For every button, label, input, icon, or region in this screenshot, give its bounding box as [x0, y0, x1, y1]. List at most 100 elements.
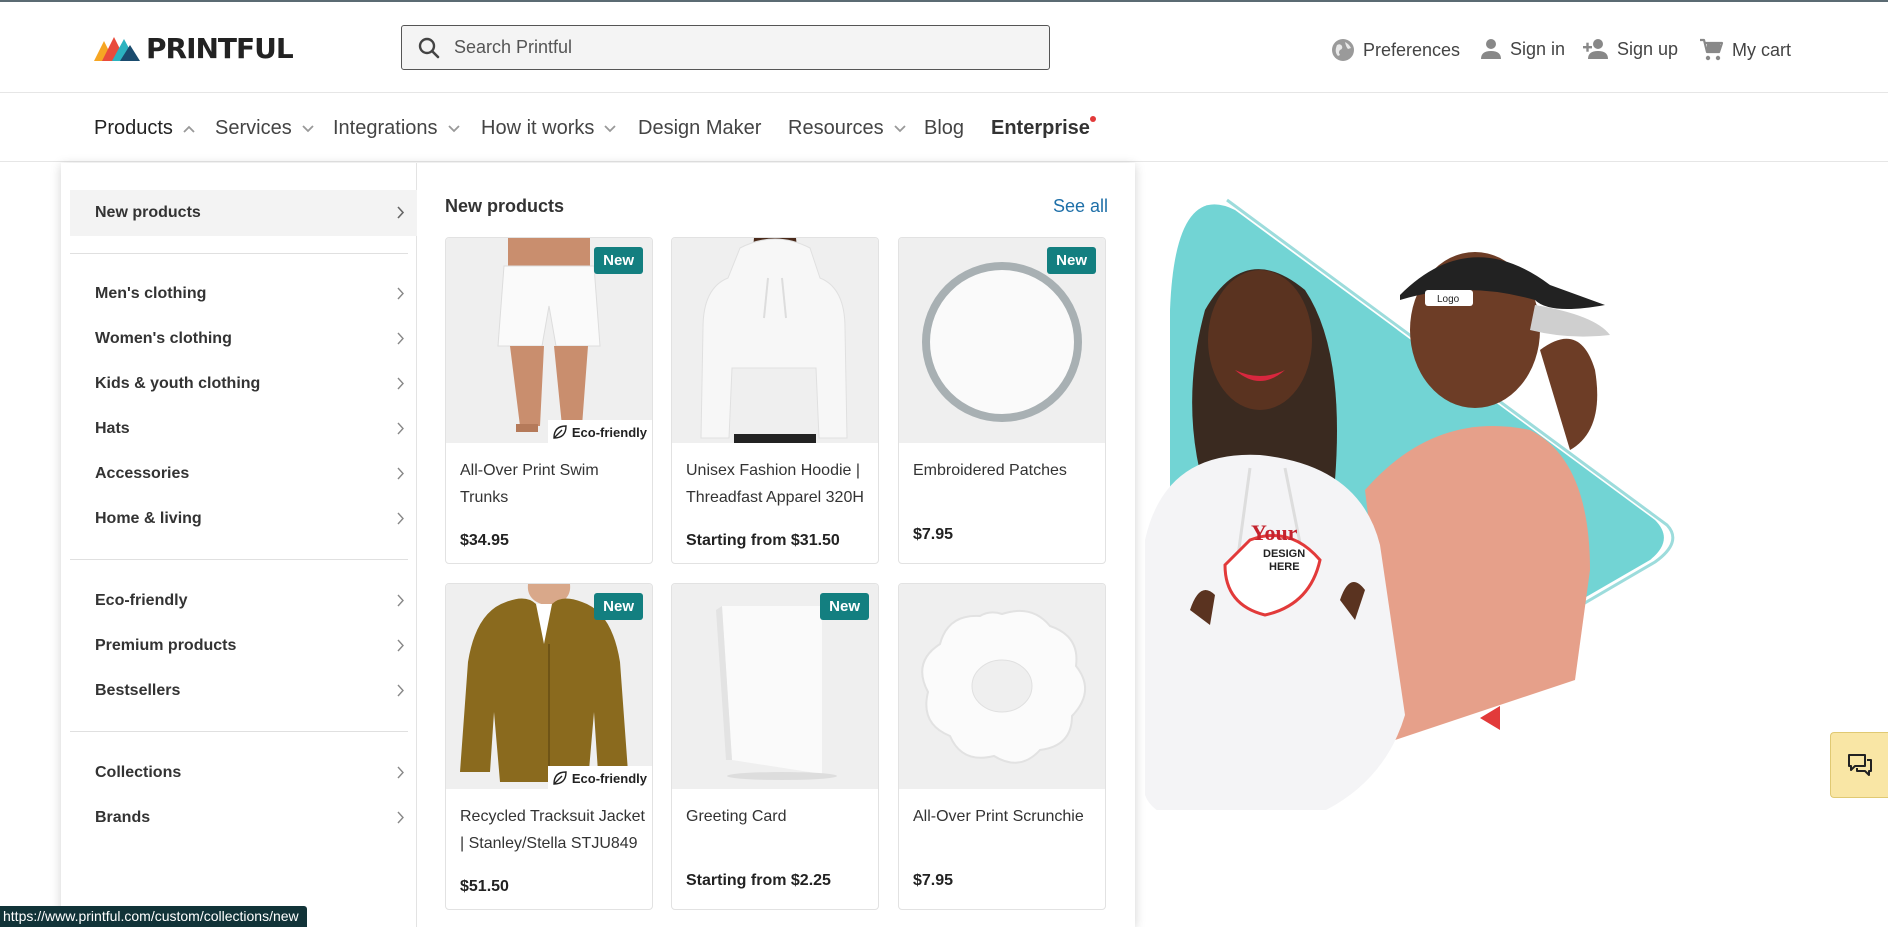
sidebar-item-premium-products[interactable]: Premium products	[70, 623, 417, 669]
product-name: Greeting Card	[686, 808, 787, 825]
chevron-right-icon	[397, 594, 404, 607]
sidebar-item-hats[interactable]: Hats	[70, 406, 417, 452]
new-badge: New	[594, 593, 643, 620]
eco-friendly-label: Eco-friendly	[571, 770, 647, 786]
sidebar-item-label: Home & living	[95, 510, 202, 527]
sidebar-item-bestsellers[interactable]: Bestsellers	[70, 668, 417, 714]
chevron-down-icon	[893, 124, 906, 132]
product-image: New Eco-friendly	[446, 238, 652, 443]
sidebar-item-label: Eco-friendly	[95, 592, 188, 609]
nav-products[interactable]: Products	[94, 117, 195, 140]
sidebar-item-accessories[interactable]: Accessories	[70, 451, 417, 497]
chat-button[interactable]	[1830, 732, 1888, 798]
sidebar-item-label: Collections	[95, 764, 182, 781]
chevron-right-icon	[397, 639, 404, 652]
divider	[70, 731, 408, 732]
leaf-icon	[553, 771, 567, 785]
chat-icon	[1847, 754, 1872, 776]
chevron-right-icon	[397, 206, 405, 219]
sidebar-item-kids-youth-clothing[interactable]: Kids & youth clothing	[70, 361, 417, 407]
product-name: All-Over Print Scrunchie	[913, 808, 1084, 825]
nav-integrations[interactable]: Integrations	[333, 117, 460, 140]
product-image: New Eco-friendly	[446, 584, 652, 789]
sidebar-item-womens-clothing[interactable]: Women's clothing	[70, 316, 417, 362]
category-sidebar: New products Men's clothing Women's clot…	[61, 163, 417, 927]
sidebar-item-label: Women's clothing	[95, 330, 232, 347]
chevron-right-icon	[397, 467, 404, 480]
product-card-scrunchie[interactable]: All-Over Print Scrunchie $7.95	[898, 583, 1106, 910]
chevron-right-icon	[397, 332, 404, 345]
hero-print-here: HERE	[1269, 561, 1300, 573]
nav-resources[interactable]: Resources	[788, 117, 906, 140]
leaf-icon	[553, 425, 567, 439]
product-name: All-Over Print Swim Trunks	[460, 462, 599, 506]
chevron-right-icon	[397, 684, 404, 697]
globe-icon	[1332, 39, 1354, 61]
product-card-tracksuit-jacket[interactable]: New Eco-friendly Recycled Tracksuit Jack…	[445, 583, 653, 910]
eco-friendly-badge: Eco-friendly	[547, 420, 652, 443]
sign-in-button[interactable]: Sign in	[1480, 38, 1565, 60]
nav-how-it-works[interactable]: How it works	[481, 117, 616, 140]
nav-blog[interactable]: Blog	[924, 117, 964, 140]
sign-in-label: Sign in	[1510, 38, 1566, 59]
nav-products-label: Products	[94, 117, 173, 139]
product-price: $7.95	[913, 872, 954, 889]
nav-design-maker[interactable]: Design Maker	[638, 117, 761, 140]
nav-resources-label: Resources	[788, 117, 884, 139]
search-input[interactable]	[454, 37, 1014, 58]
browser-status-url: https://www.printful.com/custom/collecti…	[0, 906, 307, 927]
nav-services[interactable]: Services	[215, 117, 314, 140]
sidebar-item-label: Brands	[95, 809, 151, 826]
eco-friendly-badge: Eco-friendly	[547, 766, 652, 789]
product-price: Starting from $2.25	[686, 872, 831, 889]
nav-enterprise[interactable]: Enterprise	[991, 116, 1096, 140]
sign-up-label: Sign up	[1617, 38, 1679, 59]
sidebar-item-brands[interactable]: Brands	[70, 795, 417, 841]
logo-mark-icon	[94, 37, 140, 61]
hero-print-your: Your	[1251, 520, 1298, 545]
new-badge: New	[1047, 247, 1096, 274]
nav-enterprise-label: Enterprise	[991, 117, 1090, 139]
sidebar-item-label: New products	[95, 204, 201, 221]
cart-button[interactable]: My cart	[1699, 38, 1791, 62]
sidebar-item-collections[interactable]: Collections	[70, 750, 417, 796]
user-icon	[1481, 39, 1501, 59]
product-card-swim-trunks[interactable]: New Eco-friendly All-Over Print Swim Tru…	[445, 237, 653, 564]
search-box[interactable]	[401, 25, 1050, 70]
product-card-greeting-card[interactable]: New Greeting Card Starting from $2.25	[671, 583, 879, 910]
product-image	[672, 238, 878, 443]
sidebar-item-eco-friendly[interactable]: Eco-friendly	[70, 578, 417, 624]
chevron-right-icon	[397, 377, 404, 390]
chevron-right-icon	[397, 766, 404, 779]
nav-blog-label: Blog	[924, 117, 965, 139]
add-user-icon	[1583, 39, 1608, 59]
nav-integrations-label: Integrations	[333, 117, 438, 139]
product-price: $34.95	[460, 532, 509, 549]
product-card-hoodie[interactable]: Unisex Fashion Hoodie | Threadfast Appar…	[671, 237, 879, 564]
hero-illustration: Logo Your DESIGN HERE	[1145, 198, 1675, 810]
sidebar-item-label: Kids & youth clothing	[95, 375, 261, 392]
product-name: Recycled Tracksuit Jacket | Stanley/Stel…	[460, 808, 645, 852]
product-price: $7.95	[913, 526, 954, 543]
nav-how-it-works-label: How it works	[481, 117, 595, 139]
sidebar-item-new-products[interactable]: New products	[70, 190, 417, 236]
search-icon	[418, 37, 440, 58]
panel-title: New products	[445, 196, 565, 216]
see-all-link[interactable]: See all	[1053, 196, 1108, 217]
product-image: New	[899, 238, 1105, 443]
preferences-button[interactable]: Preferences	[1331, 38, 1460, 62]
product-price: $51.50	[460, 878, 509, 895]
product-price: Starting from $31.50	[686, 532, 840, 549]
printful-logo[interactable]: PRINTFUL	[94, 31, 294, 65]
sidebar-item-home-living[interactable]: Home & living	[70, 496, 417, 542]
site-header: PRINTFUL Preferences Sign in Sign up	[0, 2, 1888, 93]
notification-dot	[1089, 116, 1096, 122]
logo-text: PRINTFUL	[146, 31, 294, 65]
scrunchie-image	[921, 610, 1086, 764]
sign-up-button[interactable]: Sign up	[1583, 38, 1678, 60]
chevron-right-icon	[397, 811, 404, 824]
nav-services-label: Services	[215, 117, 292, 139]
sidebar-item-mens-clothing[interactable]: Men's clothing	[70, 271, 417, 317]
new-badge: New	[594, 247, 643, 274]
product-card-patches[interactable]: New Embroidered Patches $7.95	[898, 237, 1106, 564]
